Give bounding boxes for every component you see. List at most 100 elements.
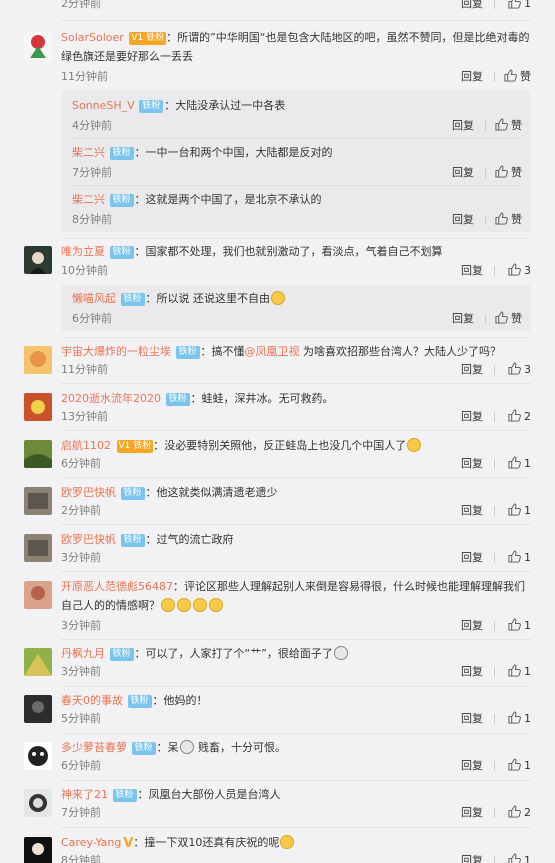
action-separator [494,506,495,516]
like-button[interactable]: 1 [497,756,531,776]
like-button[interactable]: 赞 [488,163,522,183]
like-button[interactable]: 3 [497,261,531,281]
like-button[interactable]: 1 [497,616,531,636]
username[interactable]: 丹枫九月 [61,647,105,660]
comment-text: 蛙蛙，深井冰。无可救药。 [201,392,334,405]
username[interactable]: 唯为立夏 [61,245,105,258]
reply-button[interactable]: 回复 [452,116,474,136]
avatar[interactable] [24,789,52,817]
avatar[interactable] [24,393,52,421]
avatar[interactable] [24,742,52,770]
thumbs-up-icon [495,311,508,324]
reply-button[interactable]: 回复 [461,454,483,474]
fan-badge[interactable]: 铁粉 [120,534,145,547]
action-separator [485,215,486,225]
comment-feed: 2分钟前 回复 1 SolarSoloer V1 铁粉 ：所谓的”中华明国“也是包… [0,0,555,863]
reply-button[interactable]: 回复 [461,616,483,636]
thumbs-up-icon [495,118,508,131]
reply-button[interactable]: 回复 [461,501,483,521]
reply-button[interactable]: 回复 [461,261,483,281]
username[interactable]: 柴二兴 [72,146,105,159]
username[interactable]: 懒喵风起 [72,292,116,305]
action-separator [485,314,486,324]
action-separator [494,412,495,422]
username[interactable]: Carey-Yang [61,836,121,849]
like-button[interactable]: 1 [497,851,531,863]
reply-button[interactable]: 回复 [461,67,483,87]
reply-button[interactable]: 回复 [452,309,474,329]
action-separator [494,667,495,677]
username[interactable]: SonneSH_V [72,99,135,112]
like-button[interactable]: 赞 [488,309,522,329]
username[interactable]: 宇宙大爆炸的一粒尘埃 [61,345,171,358]
like-button[interactable]: 赞 [488,210,522,230]
like-button[interactable]: 赞 [497,67,531,87]
username[interactable]: 2020逝水流年2020 [61,392,161,405]
username[interactable]: 启航1102 [61,439,111,452]
mention-link[interactable]: @凤凰卫视 [245,345,300,358]
fan-badge[interactable]: 铁粉 [109,648,134,661]
avatar[interactable] [24,837,52,863]
reply-button[interactable]: 回复 [461,662,483,682]
like-button[interactable]: 1 [497,709,531,729]
comment-text-tail: 为啥喜欢招那些台湾人？大陆人少了吗？ [299,345,502,358]
comment-time: 13分钟前 [61,410,108,423]
username[interactable]: 神来了21 [61,788,108,801]
fan-badge[interactable]: 铁粉 [109,147,134,160]
fan-badge[interactable]: 铁粉 [120,487,145,500]
fan-badge[interactable]: 铁粉 [131,742,156,755]
fan-badge[interactable]: 铁粉 [120,293,145,306]
fan-badge[interactable]: 铁粉 [109,246,134,259]
reply-button[interactable]: 回复 [461,756,483,776]
username[interactable]: 柴二兴 [72,193,105,206]
reply-button[interactable]: 回复 [461,0,483,14]
fan-badge[interactable]: 铁粉 [127,695,152,708]
username[interactable]: SolarSoloer [61,31,124,44]
comment-text: 国家都不处理，我们也就别激动了，看淡点，气着自己不划算 [145,245,443,258]
fan-badge[interactable]: 铁粉 [165,393,190,406]
thumbs-up-icon [508,711,521,724]
thumbs-up-icon [508,550,521,563]
reply-button[interactable]: 回复 [452,163,474,183]
username[interactable]: 欧罗巴快帆 [61,486,116,499]
reply-button[interactable]: 回复 [461,548,483,568]
avatar[interactable] [24,695,52,723]
reply-button[interactable]: 回复 [461,407,483,427]
username[interactable]: 多少萝苔春萝 [61,741,127,754]
avatar[interactable] [24,246,52,274]
avatar[interactable] [24,534,52,562]
like-button[interactable]: 1 [497,662,531,682]
reply-button[interactable]: 回复 [461,360,483,380]
like-button[interactable]: 1 [497,501,531,521]
fan-badge[interactable]: 铁粉 [139,100,164,113]
username[interactable]: 开原恶人范德彪56487 [61,580,173,593]
reply-button[interactable]: 回复 [461,709,483,729]
like-button[interactable]: 赞 [488,116,522,136]
like-button[interactable]: 3 [497,360,531,380]
comment-text: 呆 [167,741,179,754]
username[interactable]: 春天0的事故 [61,694,123,707]
like-button[interactable]: 2 [497,803,531,823]
like-button[interactable]: 1 [497,548,531,568]
avatar[interactable] [24,487,52,515]
thumbs-up-icon [504,69,517,82]
fan-badge[interactable]: 铁粉 [175,346,200,359]
fan-badge[interactable]: 铁粉 [109,194,134,207]
username[interactable]: 欧罗巴快帆 [61,533,116,546]
vip-badge[interactable]: V1 铁粉 [116,440,154,453]
reply-button[interactable]: 回复 [461,851,483,863]
smirk-emoji-icon [407,438,422,452]
avatar[interactable] [24,346,52,374]
thumbs-up-icon [508,362,521,375]
like-button[interactable]: 2 [497,407,531,427]
avatar[interactable] [24,32,52,60]
reply-button[interactable]: 回复 [452,210,474,230]
fan-badge[interactable]: 铁粉 [112,789,137,802]
avatar[interactable] [24,648,52,676]
like-button[interactable]: 1 [497,0,531,14]
vip-badge[interactable]: V1 铁粉 [129,32,167,45]
reply-button[interactable]: 回复 [461,803,483,823]
avatar[interactable] [24,581,52,609]
like-button[interactable]: 1 [497,454,531,474]
avatar[interactable] [24,440,52,468]
